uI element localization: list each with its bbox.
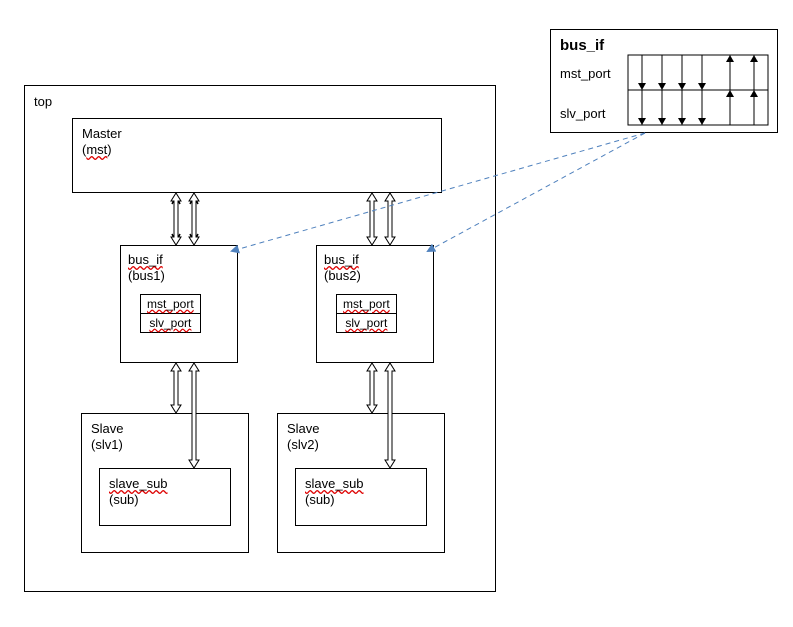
bus2-port-table: mst_port slv_port	[336, 294, 397, 333]
master-title: Master	[82, 126, 122, 141]
bus2-title: bus_if	[324, 252, 359, 267]
detail-title: bus_if	[560, 37, 604, 54]
master-box	[72, 118, 442, 193]
bus2-instance: (bus2)	[324, 268, 361, 283]
bus1-title: bus_if	[128, 252, 163, 267]
slave1-sub-instance: (sub)	[109, 492, 139, 507]
detail-mst-port: mst_port	[560, 66, 611, 81]
top-label: top	[34, 94, 52, 109]
slave2-sub-title: slave_sub	[305, 476, 364, 491]
master-instance: (mst)	[82, 142, 112, 157]
slave2-sub-instance: (sub)	[305, 492, 335, 507]
slave1-sub-title: slave_sub	[109, 476, 168, 491]
bus1-mst-port: mst_port	[141, 295, 201, 314]
slave1-instance: (slv1)	[91, 437, 123, 452]
bus1-port-table: mst_port slv_port	[140, 294, 201, 333]
slave2-instance: (slv2)	[287, 437, 319, 452]
bus1-slv-port: slv_port	[141, 314, 201, 333]
bus2-slv-port: slv_port	[337, 314, 397, 333]
bus1-instance: (bus1)	[128, 268, 165, 283]
slave2-title: Slave	[287, 421, 320, 436]
slave1-title: Slave	[91, 421, 124, 436]
bus2-mst-port: mst_port	[337, 295, 397, 314]
detail-slv-port: slv_port	[560, 106, 606, 121]
